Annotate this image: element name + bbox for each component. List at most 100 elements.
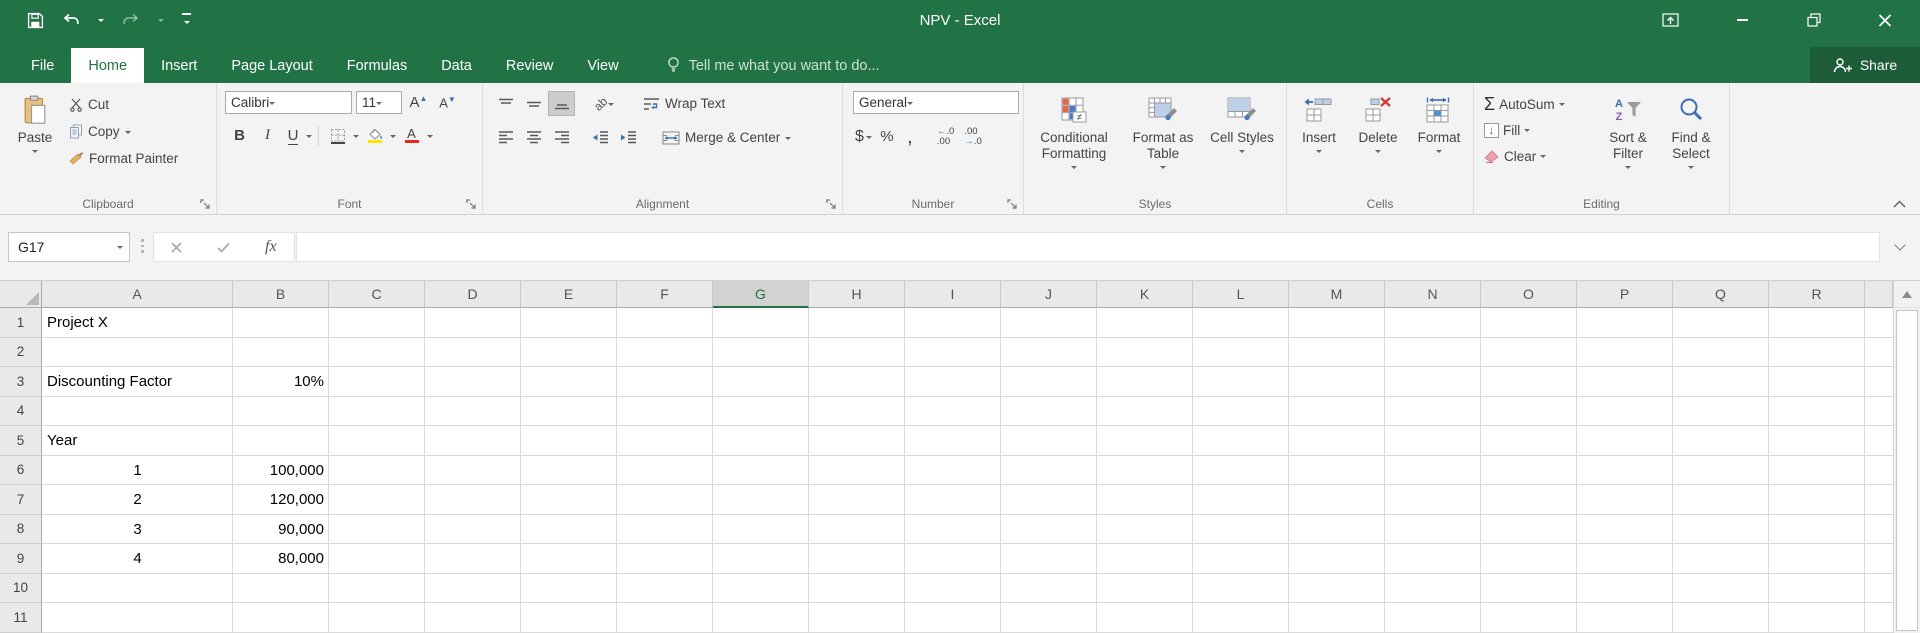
tell-me-box[interactable]: Tell me what you want to do... xyxy=(666,48,880,83)
format-cells-button[interactable]: Format xyxy=(1410,89,1468,191)
column-header-H[interactable]: H xyxy=(809,281,905,308)
tab-formulas[interactable]: Formulas xyxy=(330,48,424,83)
cell-A8[interactable]: 3 xyxy=(42,515,233,545)
select-all-corner[interactable] xyxy=(0,281,42,308)
increase-font-size-button[interactable]: A▲ xyxy=(406,91,431,114)
tab-view[interactable]: View xyxy=(570,48,635,83)
align-right-button[interactable] xyxy=(549,126,574,149)
cell-A3[interactable]: Discounting Factor xyxy=(42,367,233,397)
column-header-I[interactable]: I xyxy=(905,281,1001,308)
clipboard-dialog-launcher[interactable] xyxy=(200,199,211,210)
borders-dropdown[interactable] xyxy=(353,134,359,141)
redo-button[interactable] xyxy=(113,0,149,40)
tab-file[interactable]: File xyxy=(14,48,71,83)
font-color-dropdown[interactable] xyxy=(427,134,433,141)
row-header-4[interactable]: 4 xyxy=(0,396,42,426)
cell-B9[interactable]: 80,000 xyxy=(233,544,329,574)
row-header-10[interactable]: 10 xyxy=(0,573,42,603)
vertical-scrollbar[interactable] xyxy=(1893,281,1920,633)
cut-button[interactable]: Cut xyxy=(66,92,181,117)
cell-styles-button[interactable]: Cell Styles xyxy=(1206,89,1278,191)
column-header-L[interactable]: L xyxy=(1193,281,1289,308)
font-family-combo[interactable]: Calibri xyxy=(225,91,352,114)
formula-input[interactable] xyxy=(296,232,1880,262)
bold-button[interactable]: B xyxy=(227,124,252,147)
column-header-partial[interactable] xyxy=(1865,281,1893,308)
column-header-F[interactable]: F xyxy=(617,281,713,308)
increase-indent-button[interactable] xyxy=(616,126,641,149)
column-header-K[interactable]: K xyxy=(1097,281,1193,308)
autosum-button[interactable]: Σ AutoSum xyxy=(1484,92,1596,116)
fill-button[interactable]: ↓ Fill xyxy=(1484,118,1596,142)
column-header-R[interactable]: R xyxy=(1769,281,1865,308)
middle-align-button[interactable] xyxy=(521,92,546,115)
column-header-N[interactable]: N xyxy=(1385,281,1481,308)
formula-bar-resizer[interactable] xyxy=(141,239,144,253)
close-button[interactable] xyxy=(1861,0,1908,40)
expand-formula-bar-button[interactable] xyxy=(1887,232,1913,262)
cell-A6[interactable]: 1 xyxy=(42,456,233,486)
column-header-A[interactable]: A xyxy=(42,281,233,308)
clear-button[interactable]: Clear xyxy=(1484,144,1596,168)
insert-cells-button[interactable]: Insert xyxy=(1292,89,1346,191)
scroll-up-button[interactable] xyxy=(1894,281,1920,308)
cell-A5[interactable]: Year xyxy=(42,426,233,456)
collapse-ribbon-button[interactable] xyxy=(1893,200,1906,208)
font-size-combo[interactable]: 11 xyxy=(356,91,402,114)
comma-style-button[interactable]: , xyxy=(902,125,918,148)
share-button[interactable]: Share xyxy=(1810,47,1920,83)
column-header-C[interactable]: C xyxy=(329,281,425,308)
cell-A9[interactable]: 4 xyxy=(42,544,233,574)
orientation-button[interactable]: ab xyxy=(588,92,620,115)
sort-filter-button[interactable]: AZ Sort & Filter xyxy=(1596,89,1660,191)
align-left-button[interactable] xyxy=(493,126,518,149)
row-header-5[interactable]: 5 xyxy=(0,426,42,456)
font-color-button[interactable]: A xyxy=(399,124,424,147)
cell-A1[interactable]: Project X xyxy=(42,308,233,338)
percent-style-button[interactable]: % xyxy=(876,125,898,148)
decrease-font-size-button[interactable]: A▼ xyxy=(435,91,460,114)
row-header-2[interactable]: 2 xyxy=(0,337,42,367)
find-select-button[interactable]: Find & Select xyxy=(1660,89,1722,191)
alignment-dialog-launcher[interactable] xyxy=(826,199,837,210)
row-header-3[interactable]: 3 xyxy=(0,367,42,397)
row-header-8[interactable]: 8 xyxy=(0,514,42,544)
decrease-indent-button[interactable] xyxy=(588,126,613,149)
paste-button[interactable]: Paste xyxy=(4,89,66,191)
number-format-combo[interactable]: General xyxy=(853,91,1019,114)
cell-A7[interactable]: 2 xyxy=(42,485,233,515)
cell-B3[interactable]: 10% xyxy=(233,367,329,397)
cell-B8[interactable]: 90,000 xyxy=(233,515,329,545)
customize-qat-button[interactable] xyxy=(173,0,200,40)
column-header-E[interactable]: E xyxy=(521,281,617,308)
merge-center-button[interactable]: Merge & Center xyxy=(659,125,794,150)
redo-dropdown[interactable] xyxy=(149,0,173,40)
number-dialog-launcher[interactable] xyxy=(1007,199,1018,210)
decrease-decimal-button[interactable]: .00 →.0 xyxy=(961,126,984,147)
tab-home[interactable]: Home xyxy=(71,48,145,83)
confirm-entry-button[interactable] xyxy=(217,242,230,253)
borders-button[interactable] xyxy=(325,124,350,147)
wrap-text-button[interactable]: Wrap Text xyxy=(640,91,728,116)
increase-decimal-button[interactable]: ←←.0.0 .00 xyxy=(934,126,957,147)
row-header-11[interactable]: 11 xyxy=(0,603,42,633)
row-header-1[interactable]: 1 xyxy=(0,308,42,338)
column-header-B[interactable]: B xyxy=(233,281,329,308)
column-header-M[interactable]: M xyxy=(1289,281,1385,308)
accounting-format-button[interactable]: $ xyxy=(855,124,872,149)
column-header-Q[interactable]: Q xyxy=(1673,281,1769,308)
scrollbar-thumb[interactable] xyxy=(1896,310,1918,631)
font-dialog-launcher[interactable] xyxy=(466,199,477,210)
save-button[interactable] xyxy=(18,0,53,40)
column-header-P[interactable]: P xyxy=(1577,281,1673,308)
conditional-formatting-button[interactable]: ≠ Conditional Formatting xyxy=(1028,89,1120,191)
insert-function-button[interactable]: fx xyxy=(265,238,277,256)
tab-page-layout[interactable]: Page Layout xyxy=(214,48,329,83)
align-center-button[interactable] xyxy=(521,126,546,149)
row-header-7[interactable]: 7 xyxy=(0,485,42,515)
format-painter-button[interactable]: Format Painter xyxy=(66,146,181,171)
column-header-J[interactable]: J xyxy=(1001,281,1097,308)
column-header-D[interactable]: D xyxy=(425,281,521,308)
cell-B6[interactable]: 100,000 xyxy=(233,456,329,486)
italic-button[interactable]: I xyxy=(255,124,280,147)
